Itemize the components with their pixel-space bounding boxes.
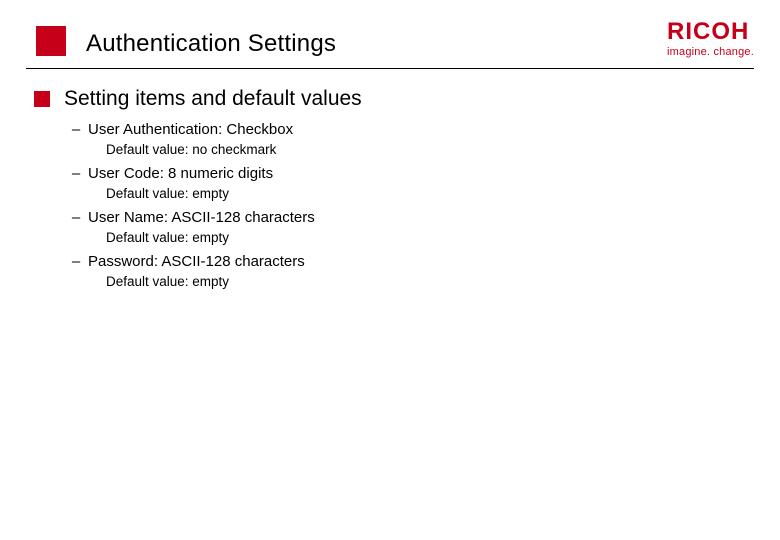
title-bullet-icon bbox=[36, 26, 66, 56]
slide-header: Authentication Settings RICOH imagine. c… bbox=[0, 0, 780, 58]
list-item: – User Code: 8 numeric digits Default va… bbox=[70, 165, 754, 201]
content-area: Setting items and default values – User … bbox=[0, 69, 780, 289]
item-label-row: – User Authentication: Checkbox bbox=[70, 121, 754, 138]
section-bullet-icon bbox=[34, 91, 50, 107]
page-title: Authentication Settings bbox=[86, 30, 336, 58]
item-label-row: – User Code: 8 numeric digits bbox=[70, 165, 754, 182]
list-item: – Password: ASCII-128 characters Default… bbox=[70, 253, 754, 289]
brand-tagline: imagine. change. bbox=[667, 46, 754, 58]
item-default: Default value: no checkmark bbox=[70, 138, 754, 157]
list-item: – User Authentication: Checkbox Default … bbox=[70, 121, 754, 157]
dash-icon: – bbox=[70, 253, 82, 270]
dash-icon: – bbox=[70, 165, 82, 182]
brand-name: RICOH bbox=[667, 20, 754, 44]
items-list: – User Authentication: Checkbox Default … bbox=[34, 111, 754, 289]
dash-icon: – bbox=[70, 121, 82, 138]
item-label-row: – Password: ASCII-128 characters bbox=[70, 253, 754, 270]
item-label: Password: ASCII-128 characters bbox=[88, 253, 305, 270]
item-default: Default value: empty bbox=[70, 270, 754, 289]
title-block: Authentication Settings bbox=[36, 26, 336, 58]
section-heading-row: Setting items and default values bbox=[34, 87, 754, 111]
item-default: Default value: empty bbox=[70, 226, 754, 245]
item-default: Default value: empty bbox=[70, 182, 754, 201]
item-label-row: – User Name: ASCII-128 characters bbox=[70, 209, 754, 226]
section-title: Setting items and default values bbox=[64, 87, 362, 111]
item-label: User Code: 8 numeric digits bbox=[88, 165, 273, 182]
item-label: User Name: ASCII-128 characters bbox=[88, 209, 315, 226]
brand-logo: RICOH imagine. change. bbox=[667, 20, 754, 58]
dash-icon: – bbox=[70, 209, 82, 226]
list-item: – User Name: ASCII-128 characters Defaul… bbox=[70, 209, 754, 245]
item-label: User Authentication: Checkbox bbox=[88, 121, 293, 138]
